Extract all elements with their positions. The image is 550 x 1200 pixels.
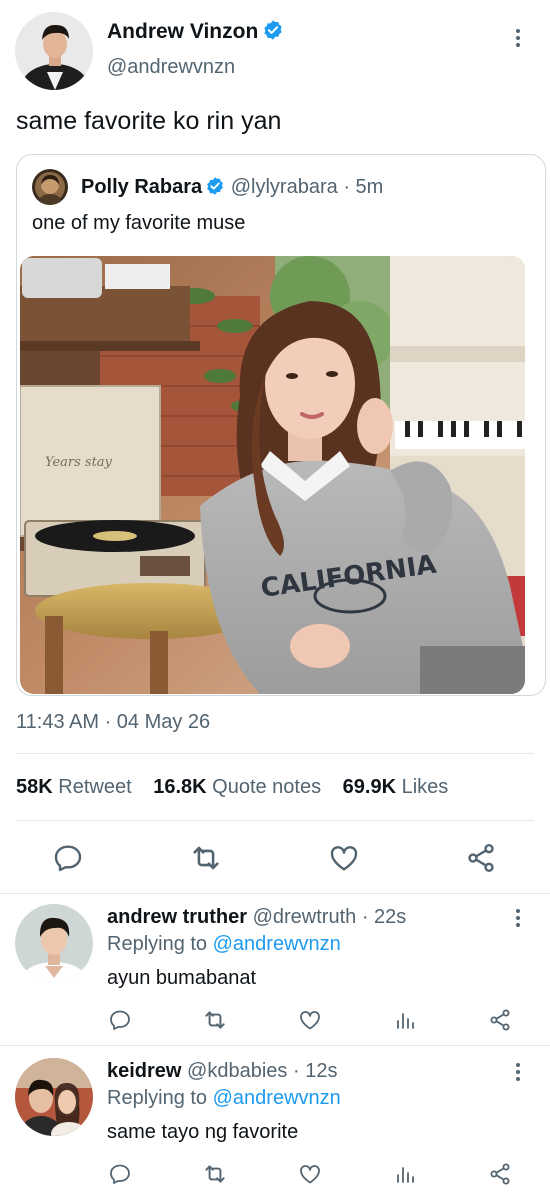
reply-header[interactable]: keidrew @kdbabies · 12s xyxy=(107,1060,337,1083)
retweet-label[interactable]: Retweet xyxy=(58,776,131,798)
reply-author-avatar[interactable] xyxy=(15,1058,93,1136)
reply-icon[interactable] xyxy=(50,840,86,876)
divider xyxy=(16,753,534,754)
divider xyxy=(0,893,550,894)
main-author-name-row[interactable]: Andrew Vinzon xyxy=(107,20,284,44)
quoted-tweet-card[interactable]: Polly Rabara @lylyrabara · 5m one of my … xyxy=(16,154,546,696)
retweet-icon[interactable] xyxy=(188,840,224,876)
quoted-author-row[interactable]: Polly Rabara @lylyrabara · 5m xyxy=(81,176,383,199)
replying-to: Replying to @andrewvnzn xyxy=(107,933,341,956)
replying-to: Replying to @andrewvnzn xyxy=(107,1087,341,1110)
main-author-avatar[interactable] xyxy=(15,12,93,90)
mention-link[interactable]: @andrewvnzn xyxy=(213,1087,341,1109)
replying-prefix: Replying to xyxy=(107,1087,213,1109)
heart-icon[interactable] xyxy=(296,1006,324,1034)
retweet-count[interactable]: 58K xyxy=(16,776,53,798)
quote-count[interactable]: 16.8K xyxy=(153,776,206,798)
heart-icon[interactable] xyxy=(296,1160,324,1188)
retweet-icon[interactable] xyxy=(201,1006,229,1034)
retweet-icon[interactable] xyxy=(201,1160,229,1188)
mention-link[interactable]: @andrewvnzn xyxy=(213,933,341,955)
reply-icon[interactable] xyxy=(106,1160,134,1188)
box-lettering: Years stay xyxy=(45,455,113,470)
reply-author-avatar[interactable] xyxy=(15,904,93,982)
reply-author-handle[interactable]: @kdbabies xyxy=(187,1060,287,1082)
reply-author-handle[interactable]: @drewtruth xyxy=(253,906,357,928)
verified-badge-icon xyxy=(262,19,284,41)
tweet-text: same favorite ko rin yan xyxy=(16,107,282,135)
reply-author-name[interactable]: keidrew xyxy=(107,1060,181,1082)
more-icon[interactable] xyxy=(510,1060,526,1084)
main-author-handle[interactable]: @andrewvnzn xyxy=(107,56,235,79)
share-icon[interactable] xyxy=(463,840,499,876)
quoted-author-avatar[interactable] xyxy=(32,169,68,205)
divider xyxy=(16,820,534,821)
reply-author-name[interactable]: andrew truther xyxy=(107,906,247,928)
heart-icon[interactable] xyxy=(326,840,362,876)
tweet-stats: 58K Retweet 16.8K Quote notes 69.9K Like… xyxy=(16,776,464,799)
quote-label[interactable]: Quote notes xyxy=(212,776,321,798)
more-icon[interactable] xyxy=(510,26,526,50)
reply-time: · 22s xyxy=(356,906,407,928)
quoted-separator: · xyxy=(343,176,350,198)
analytics-icon[interactable] xyxy=(391,1006,419,1034)
quoted-author-handle[interactable]: @lylyrabara xyxy=(231,176,338,198)
more-icon[interactable] xyxy=(510,906,526,930)
like-count[interactable]: 69.9K xyxy=(343,776,396,798)
share-icon[interactable] xyxy=(486,1006,514,1034)
reply-text: same tayo ng favorite xyxy=(107,1121,299,1143)
divider xyxy=(0,1045,550,1046)
reply-header[interactable]: andrew truther @drewtruth · 22s xyxy=(107,906,406,929)
share-icon[interactable] xyxy=(486,1160,514,1188)
verified-badge-icon xyxy=(205,176,225,196)
like-label[interactable]: Likes xyxy=(402,776,449,798)
reply-text: ayun bumabanat xyxy=(107,967,257,989)
quoted-tweet-text: one of my favorite muse xyxy=(32,212,246,234)
replying-prefix: Replying to xyxy=(107,933,213,955)
reply-time: · 12s xyxy=(287,1060,338,1082)
quoted-author-name[interactable]: Polly Rabara xyxy=(81,176,202,198)
quoted-time: 5m xyxy=(355,176,384,198)
reply-icon[interactable] xyxy=(106,1006,134,1034)
tweet-timestamp[interactable]: 11:43 AM · 04 May 26 xyxy=(16,711,210,734)
quoted-tweet-image[interactable]: Years stay CALIFORNIA xyxy=(20,256,525,694)
main-author-name[interactable]: Andrew Vinzon xyxy=(107,20,258,43)
analytics-icon[interactable] xyxy=(391,1160,419,1188)
